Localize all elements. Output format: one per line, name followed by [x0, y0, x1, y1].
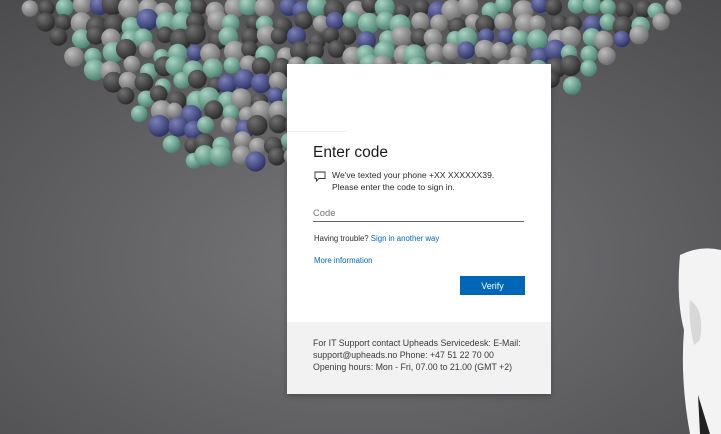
background-sphere — [527, 29, 548, 50]
background-sphere — [411, 12, 430, 31]
sign-in-card: Enter code We've texted your phone +XX X… — [287, 64, 551, 394]
background-sphere — [150, 85, 168, 103]
background-sphere — [593, 30, 614, 51]
sms-message-line2: Please enter the code to sign in. — [332, 181, 455, 192]
background-sphere — [391, 25, 413, 47]
support-line1: For IT Support contact Upheads Servicede… — [313, 338, 521, 348]
logo-divider — [287, 131, 347, 132]
background-sphere — [268, 71, 287, 91]
background-sphere — [597, 46, 616, 66]
background-sphere — [123, 55, 141, 73]
background-sphere — [130, 105, 148, 123]
background-sphere — [246, 115, 268, 136]
code-input[interactable] — [313, 203, 524, 222]
background-sphere — [136, 8, 159, 31]
background-sphere — [512, 30, 529, 47]
background-sphere — [162, 135, 181, 153]
background-sphere — [204, 100, 224, 120]
background-sphere — [35, 12, 56, 32]
more-information-link[interactable]: More information — [314, 256, 373, 265]
card-main-section: Enter code We've texted your phone +XX X… — [287, 64, 551, 322]
verify-button[interactable]: Verify — [460, 276, 525, 295]
having-trouble-text: Having trouble? — [314, 234, 369, 243]
background-sphere — [148, 114, 171, 137]
background-sphere — [21, 0, 39, 17]
background-sphere — [615, 0, 634, 19]
background-sphere — [599, 0, 616, 16]
background-sphere — [117, 87, 135, 105]
background-sphere — [491, 42, 508, 59]
background-sphere — [187, 69, 207, 89]
background-sphere — [342, 11, 359, 28]
background-sphere — [270, 27, 288, 45]
background-sphere — [629, 25, 649, 45]
background-sphere — [166, 102, 183, 119]
background-sphere — [357, 12, 380, 35]
background-sphere — [184, 23, 206, 45]
support-footer-text: For IT Support contact Upheads Servicede… — [313, 337, 533, 373]
background-sphere — [197, 116, 215, 134]
page-title: Enter code — [313, 144, 388, 161]
background-sphere — [652, 13, 670, 31]
background-sphere — [220, 116, 238, 134]
background-sphere — [613, 30, 631, 48]
company-logo-placeholder — [313, 80, 413, 132]
background-sphere — [442, 42, 460, 60]
background-sphere — [250, 73, 271, 94]
background-sphere — [580, 60, 597, 77]
background-sphere — [134, 72, 154, 92]
background-sphere — [494, 12, 513, 31]
sms-message-line1: We've texted your phone +XX XXXXXX39. — [332, 170, 495, 180]
background-sphere — [560, 55, 581, 76]
chat-bubble-icon — [314, 171, 326, 182]
background-sphere — [251, 57, 271, 76]
background-sphere — [233, 69, 255, 90]
background-sphere — [209, 145, 231, 167]
background-sphere — [139, 41, 156, 58]
background-sphere — [173, 72, 191, 89]
support-line2: support@upheads.no Phone: +47 51 22 70 0… — [313, 350, 494, 360]
having-trouble-row: Having trouble? Sign in another way — [314, 234, 439, 243]
support-line3: Opening hours: Mon - Fri, 07.00 to 21.00… — [313, 362, 513, 372]
background-sphere — [64, 46, 84, 67]
sms-message-text: We've texted your phone +XX XXXXXX39. Pl… — [332, 170, 532, 193]
background-sphere — [49, 27, 68, 46]
sign-in-another-way-link[interactable]: Sign in another way — [371, 234, 439, 243]
background-sphere — [223, 56, 241, 74]
background-sphere — [217, 74, 237, 94]
background-sphere — [457, 41, 476, 60]
background-sphere — [245, 151, 266, 172]
support-footer: For IT Support contact Upheads Servicede… — [287, 322, 551, 394]
background-sphere — [425, 43, 444, 62]
background-sphere — [267, 147, 286, 166]
background-sphere — [562, 76, 582, 95]
